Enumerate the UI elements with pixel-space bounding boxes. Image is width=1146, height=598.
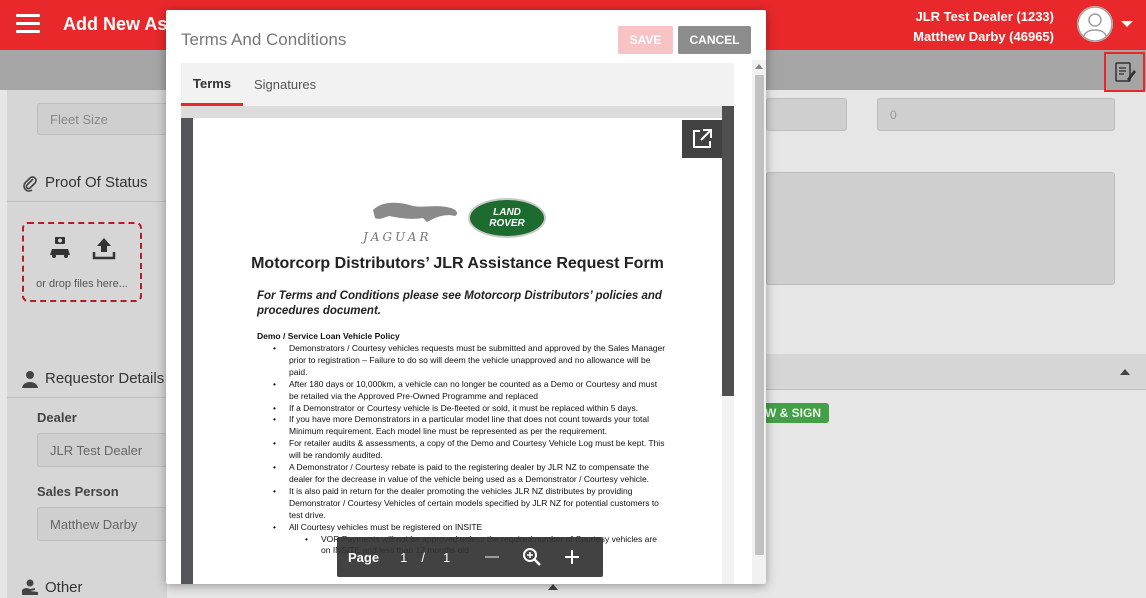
sales-person-field[interactable]: Matthew Darby [37,507,177,541]
proof-of-status-header[interactable]: Proof Of Status [7,164,167,202]
pdf-page: JAGUAR LAND ROVER Motorcorp Distributors… [193,118,722,584]
collapse-arrow-icon[interactable] [1120,369,1130,375]
save-button[interactable]: SAVE [618,26,673,54]
pdf-viewer: JAGUAR LAND ROVER Motorcorp Distributors… [181,106,734,584]
other-header[interactable]: Other [7,568,167,598]
user-avatar-icon[interactable] [1077,6,1113,42]
edit-document-icon[interactable] [1104,52,1145,92]
viewer-top-border [181,106,722,118]
tab-signatures[interactable]: Signatures [254,63,316,106]
proof-of-status-title: Proof Of Status [45,174,148,191]
list-item: If you have more Demonstrators in a part… [257,414,667,438]
total-pages: 1 [442,549,451,565]
policy-list: Demonstrators / Courtesy vehicles reques… [257,343,667,557]
modal-scroll-thumb[interactable] [755,75,764,555]
brand-logos: JAGUAR LAND ROVER [363,196,553,244]
viewer-scroll-thumb[interactable] [722,106,734,396]
list-item: If a Demonstrator or Courtesy vehicle is… [257,403,667,415]
page-label: Page [348,549,380,565]
modal-scrollbar[interactable] [752,60,766,584]
form-subtitle: For Terms and Conditions please see Moto… [257,290,662,317]
dealer-field[interactable]: JLR Test Dealer [37,433,177,467]
view-sign-button[interactable]: W & SIGN [755,403,829,423]
tab-terms[interactable]: Terms [181,63,244,106]
requestor-details-header[interactable]: Requestor Details [7,360,167,398]
viewer-scrollbar[interactable] [722,106,734,584]
hamburger-menu-icon[interactable] [16,14,40,34]
zoom-in-icon[interactable] [562,547,582,567]
modal-tabs: Terms Signatures [181,63,734,106]
notes-textarea[interactable] [766,172,1115,285]
requestor-details-title: Requestor Details [45,370,165,387]
policy-heading: Demo / Service Loan Vehicle Policy [257,331,400,341]
landrover-line2: ROVER [489,218,525,229]
user-line: Matthew Darby (46965) [913,29,1054,44]
list-item: Demonstrators / Courtesy vehicles reques… [257,343,667,379]
list-item: After 180 days or 10,000km, a vehicle ca… [257,379,667,403]
drop-text: or drop files here... [36,277,128,290]
landrover-logo: LAND ROVER [468,198,546,238]
jaguar-logo-text: JAGUAR [363,230,432,244]
hand-icon [15,578,45,596]
camera-icon[interactable] [47,235,73,264]
fleet-size-input[interactable]: Fleet Size [37,103,177,135]
dealer-line: JLR Test Dealer (1233) [915,9,1055,24]
page-separator: / [421,549,425,565]
caret-down-icon[interactable] [1121,21,1133,27]
upload-icon[interactable] [91,235,117,264]
dealer-label: Dealer [37,410,77,425]
scroll-up-icon[interactable] [755,64,763,69]
collapse-arrow-icon[interactable] [548,584,558,590]
user-info: JLR Test Dealer (1233) Matthew Darby (46… [913,7,1054,47]
paperclip-icon [15,174,45,192]
landrover-line1: LAND [493,207,521,218]
terms-modal: Terms And Conditions SAVE CANCEL Terms S… [166,10,766,584]
list-item: All Courtesy vehicles must be registered… [257,522,667,534]
right-field-1[interactable] [766,98,847,131]
jaguar-leaper-icon [373,202,458,222]
list-item: For retailer audits & assessments, a cop… [257,438,667,462]
file-drop-zone[interactable]: or drop files here... [22,222,142,302]
zoom-fit-icon[interactable] [522,547,542,567]
zoom-out-icon[interactable] [482,547,502,567]
modal-title: Terms And Conditions [181,30,347,49]
current-page-input[interactable]: 1 [400,550,407,565]
right-field-2[interactable]: 0 [877,98,1115,131]
other-title: Other [45,578,83,596]
list-item: A Demonstrator / Courtesy rebate is paid… [257,462,667,486]
sales-person-label: Sales Person [37,484,119,499]
open-external-icon[interactable] [682,120,722,158]
form-title: Motorcorp Distributors’ JLR Assistance R… [251,255,664,272]
list-item: It is also paid in return for the dealer… [257,486,667,522]
right-section-header[interactable] [766,354,1146,390]
cancel-button[interactable]: CANCEL [678,26,751,54]
person-icon [15,370,45,388]
pdf-toolbar: Page 1 / 1 [337,537,603,577]
